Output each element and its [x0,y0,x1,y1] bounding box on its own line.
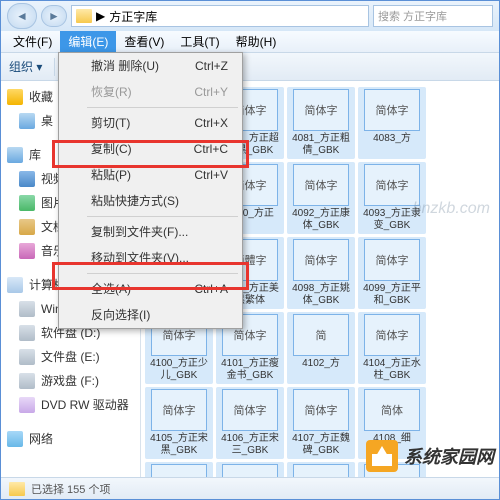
file-item[interactable]: 简体字4107_方正魏碑_GBK [287,387,355,459]
file-thumbnail: 简体字 [293,464,349,477]
file-thumbnail: 简体字 [293,389,349,431]
sidebar-drive-f[interactable]: 游戏盘 (F:) [1,369,140,393]
menu-redo[interactable]: 恢复(R)Ctrl+Y [59,79,242,105]
search-placeholder: 搜索 方正字库 [378,8,447,24]
edit-menu-dropdown: 撤消 删除(U)Ctrl+Z 恢复(R)Ctrl+Y 剪切(T)Ctrl+X 复… [58,52,243,329]
titlebar: ◄ ► ▶ 方正字库 搜索 方正字库 [1,1,499,31]
menu-paste-shortcut[interactable]: 粘贴快捷方式(S) [59,188,242,214]
file-name: 4081_方正粗倩_GBK [289,133,353,157]
file-thumbnail: 简体字 [293,164,349,206]
sidebar-drive-e[interactable]: 文件盘 (E:) [1,345,140,369]
menu-paste[interactable]: 粘贴(P)Ctrl+V [59,162,242,188]
file-thumbnail: 简体字 [222,389,278,431]
file-item[interactable]: 简 4102_方 [287,312,355,384]
menubar: 文件(F) 编辑(E) 查看(V) 工具(T) 帮助(H) [1,31,499,53]
file-item[interactable]: 简体字4098_方正姚体_GBK [287,237,355,309]
menu-cut[interactable]: 剪切(T)Ctrl+X [59,110,242,136]
library-icon [7,147,23,163]
file-name: 4093_方正隶变_GBK [360,208,424,232]
separator [87,107,238,108]
drive-icon [19,349,35,365]
menu-tools[interactable]: 工具(T) [172,31,227,52]
file-item[interactable]: 简体字4104_方正水柱_GBK [358,312,426,384]
menu-move-to[interactable]: 移动到文件夹(V)... [59,245,242,271]
menu-invert-selection[interactable]: 反向选择(I) [59,302,242,328]
status-text: 已选择 155 个项 [31,481,110,497]
file-name: 4106_方正宋三_GBK [218,433,282,457]
menu-copy-to[interactable]: 复制到文件夹(F)... [59,219,242,245]
file-item[interactable]: 简体字 [145,462,213,477]
computer-icon [7,277,23,293]
status-bar: 已选择 155 个项 [1,477,499,499]
separator [87,216,238,217]
file-name: 4105_方正宋黑_GBK [147,433,211,457]
sidebar-network[interactable]: 网络 [1,427,140,451]
address-bar[interactable]: ▶ 方正字库 [71,5,369,27]
file-name: 4098_方正姚体_GBK [289,283,353,307]
file-name: 4104_方正水柱_GBK [360,358,424,382]
file-thumbnail: 简体字 [222,464,278,477]
file-name: 4083_方 [373,133,411,145]
drive-icon [19,325,35,341]
menu-edit[interactable]: 编辑(E) [60,31,116,52]
nav-forward-button[interactable]: ► [41,5,67,27]
file-item[interactable]: 简体字 [287,462,355,477]
file-item[interactable]: 简体字4081_方正粗倩_GBK [287,87,355,159]
file-thumbnail: 简体字 [364,89,420,131]
file-item[interactable]: 简体字4092_方正康体_GBK [287,162,355,234]
menu-copy[interactable]: 复制(C)Ctrl+C [59,136,242,162]
drive-icon [19,301,35,317]
file-item[interactable]: 简体字4105_方正宋黑_GBK [145,387,213,459]
file-name: 4102_方 [302,358,340,370]
file-thumbnail: 简体字 [151,464,207,477]
file-thumbnail: 简体字 [293,89,349,131]
file-name: 4100_方正少儿_GBK [147,358,211,382]
file-thumbnail: 简体字 [364,314,420,356]
menu-file[interactable]: 文件(F) [5,31,60,52]
star-icon [7,89,23,105]
path-folder: 方正字库 [109,8,157,25]
folder-icon [76,9,92,23]
menu-help[interactable]: 帮助(H) [228,31,285,52]
separator [54,58,55,76]
search-input[interactable]: 搜索 方正字库 [373,5,493,27]
sidebar-dvd[interactable]: DVD RW 驱动器 [1,393,140,417]
file-thumbnail: 简 [293,314,349,356]
file-thumbnail: 简体字 [364,164,420,206]
file-thumbnail: 简体 [364,389,420,431]
network-icon [7,431,23,447]
file-item[interactable]: 简体字 [216,462,284,477]
file-name: 4101_方正瘦金书_GBK [218,358,282,382]
drive-icon [19,373,35,389]
separator [87,273,238,274]
file-item[interactable]: 简体字 4083_方 [358,87,426,159]
music-icon [19,243,35,259]
menu-undo[interactable]: 撤消 删除(U)Ctrl+Z [59,53,242,79]
site-logo: 系统家园网 [366,440,494,472]
file-name: 4092_方正康体_GBK [289,208,353,232]
file-thumbnail: 简体字 [364,239,420,281]
file-thumbnail: 简体字 [293,239,349,281]
picture-icon [19,195,35,211]
folder-icon [9,482,25,496]
file-item[interactable]: 简体字4106_方正宋三_GBK [216,387,284,459]
house-icon [366,440,398,472]
file-thumbnail: 简体字 [151,389,207,431]
nav-back-button[interactable]: ◄ [7,3,37,29]
file-item[interactable]: 简体字4099_方正平和_GBK [358,237,426,309]
dvd-icon [19,397,35,413]
logo-text: 系统家园网 [404,443,494,469]
path-sep: ▶ [96,9,105,23]
menu-view[interactable]: 查看(V) [116,31,172,52]
file-name: 4107_方正魏碑_GBK [289,433,353,457]
tool-organize[interactable]: 组织 ▾ [9,58,42,75]
document-icon [19,219,35,235]
menu-select-all[interactable]: 全选(A)Ctrl+A [59,276,242,302]
desktop-icon [19,113,35,129]
video-icon [19,171,35,187]
file-item[interactable]: 简体字4093_方正隶变_GBK [358,162,426,234]
file-name: 4099_方正平和_GBK [360,283,424,307]
